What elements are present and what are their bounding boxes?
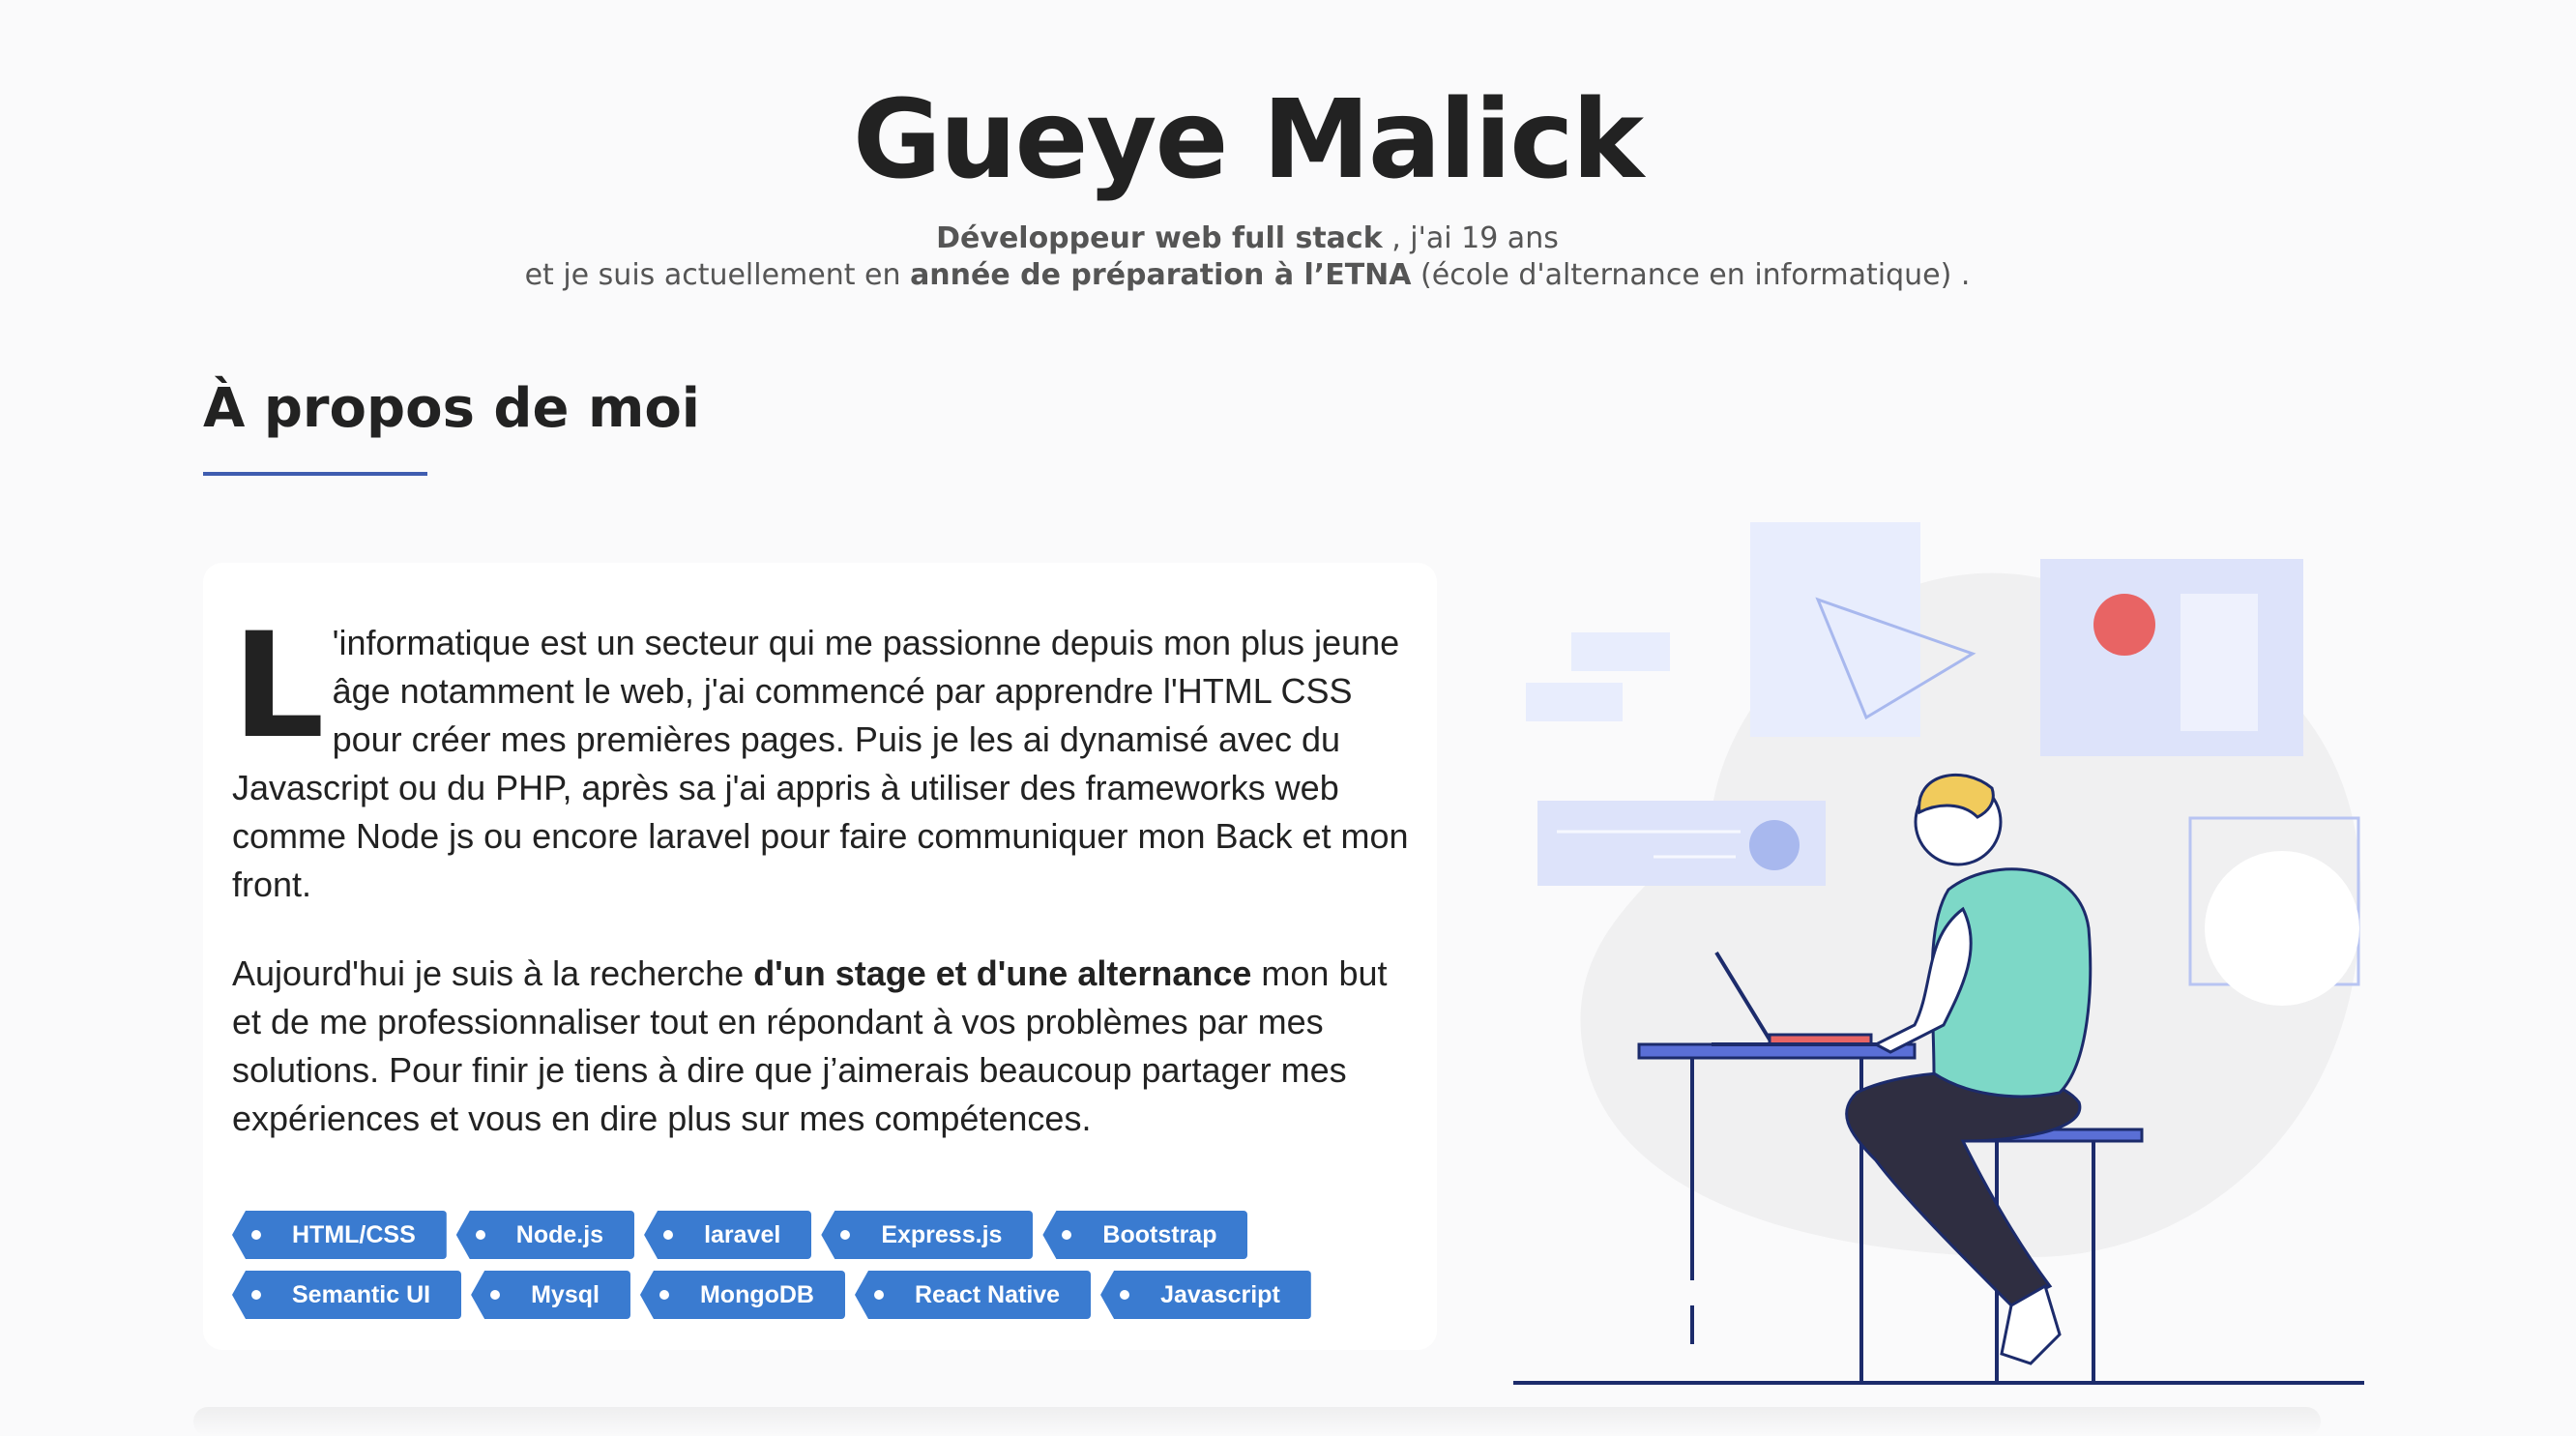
skill-tag[interactable]: Javascript	[1100, 1271, 1311, 1319]
developer-at-desk-illustration	[1513, 522, 2364, 1385]
subtitle-age: , j'ai 19 ans	[1382, 221, 1559, 255]
skill-tag-label: Bootstrap	[1102, 1221, 1217, 1248]
skill-tag[interactable]: Node.js	[455, 1211, 635, 1259]
subtitle-school-desc: (école d'alternance en informatique) .	[1411, 258, 1971, 292]
about-paragraph-1: L'informatique est un secteur qui me pas…	[232, 602, 1421, 909]
subtitle-line-2: et je suis actuellement en année de prép…	[0, 257, 2495, 294]
skill-tag-label: MongoDB	[699, 1281, 814, 1308]
tag-dot-icon	[663, 1230, 674, 1240]
dropcap-letter: L	[232, 602, 325, 771]
skill-tag-label: Node.js	[515, 1221, 604, 1248]
white-circle	[2205, 851, 2359, 1006]
skill-tag-label: React Native	[915, 1281, 1061, 1308]
skill-tags-row-2: Semantic UI Mysql MongoDB React Native J…	[232, 1271, 1431, 1319]
page-title: Gueye Malick	[852, 77, 1644, 203]
tag-dot-icon	[1062, 1230, 1072, 1240]
skill-tag-label: laravel	[704, 1221, 781, 1248]
skill-tag[interactable]: Bootstrap	[1042, 1211, 1248, 1259]
subtitle-line-1: Développeur web full stack , j'ai 19 ans	[0, 220, 2495, 257]
subtitle-intro: et je suis actuellement en	[524, 258, 911, 292]
desk-top	[1637, 1042, 1917, 1060]
about-paragraph-2-highlight: d'un stage et d'une alternance	[753, 953, 1252, 993]
skill-tag-label: Mysql	[531, 1281, 600, 1308]
skill-tag-label: Express.js	[881, 1221, 1003, 1248]
subtitle-role: Développeur web full stack	[936, 221, 1383, 255]
panel-small-2	[1526, 683, 1623, 721]
about-paragraph-1-text: 'informatique est un secteur qui me pass…	[232, 623, 1409, 904]
about-paragraph-2: Aujourd'hui je suis à la recherche d'un …	[232, 950, 1421, 1143]
tag-dot-icon	[659, 1290, 669, 1300]
tag-dot-icon	[475, 1230, 485, 1240]
about-card: L'informatique est un secteur qui me pas…	[203, 563, 1437, 1350]
skill-tag[interactable]: Express.js	[821, 1211, 1034, 1259]
skill-tag-label: Semantic UI	[292, 1281, 431, 1308]
about-paragraph-2-start: Aujourd'hui je suis à la recherche	[232, 953, 754, 993]
panel-image-inner	[2181, 594, 2258, 731]
panel-video	[1750, 522, 1920, 737]
subtitle-school: année de préparation à l’ETNA	[910, 258, 1412, 292]
tag-dot-icon	[490, 1290, 501, 1300]
skill-tag-label: HTML/CSS	[292, 1221, 416, 1248]
skill-tag[interactable]: MongoDB	[639, 1271, 845, 1319]
panel-small-1	[1571, 632, 1670, 671]
next-section-edge	[193, 1407, 2321, 1436]
red-dot-icon	[2093, 594, 2155, 656]
section-title-underline	[203, 472, 427, 476]
skill-tag-label: Javascript	[1160, 1281, 1280, 1308]
section-title-about: À propos de moi	[203, 377, 700, 440]
message-avatar-icon	[1749, 820, 1800, 870]
skill-tag[interactable]: React Native	[855, 1271, 1092, 1319]
tag-dot-icon	[874, 1290, 884, 1300]
tag-dot-icon	[1120, 1290, 1130, 1300]
tag-dot-icon	[840, 1230, 851, 1240]
skill-tag[interactable]: laravel	[644, 1211, 812, 1259]
tag-dot-icon	[251, 1290, 261, 1300]
skill-tag[interactable]: Mysql	[471, 1271, 630, 1319]
skill-tag[interactable]: Semantic UI	[232, 1271, 462, 1319]
tag-dot-icon	[251, 1230, 261, 1240]
skill-tag[interactable]: HTML/CSS	[232, 1211, 447, 1259]
panel-image	[2040, 559, 2303, 756]
skill-tags-row-1: HTML/CSS Node.js laravel Express.js Boot…	[232, 1211, 1431, 1259]
skill-tags: HTML/CSS Node.js laravel Express.js Boot…	[232, 1211, 1431, 1331]
hero-subtitle: Développeur web full stack , j'ai 19 ans…	[0, 220, 2495, 294]
hero-header: Gueye Malick Développeur web full stack …	[0, 68, 2495, 294]
